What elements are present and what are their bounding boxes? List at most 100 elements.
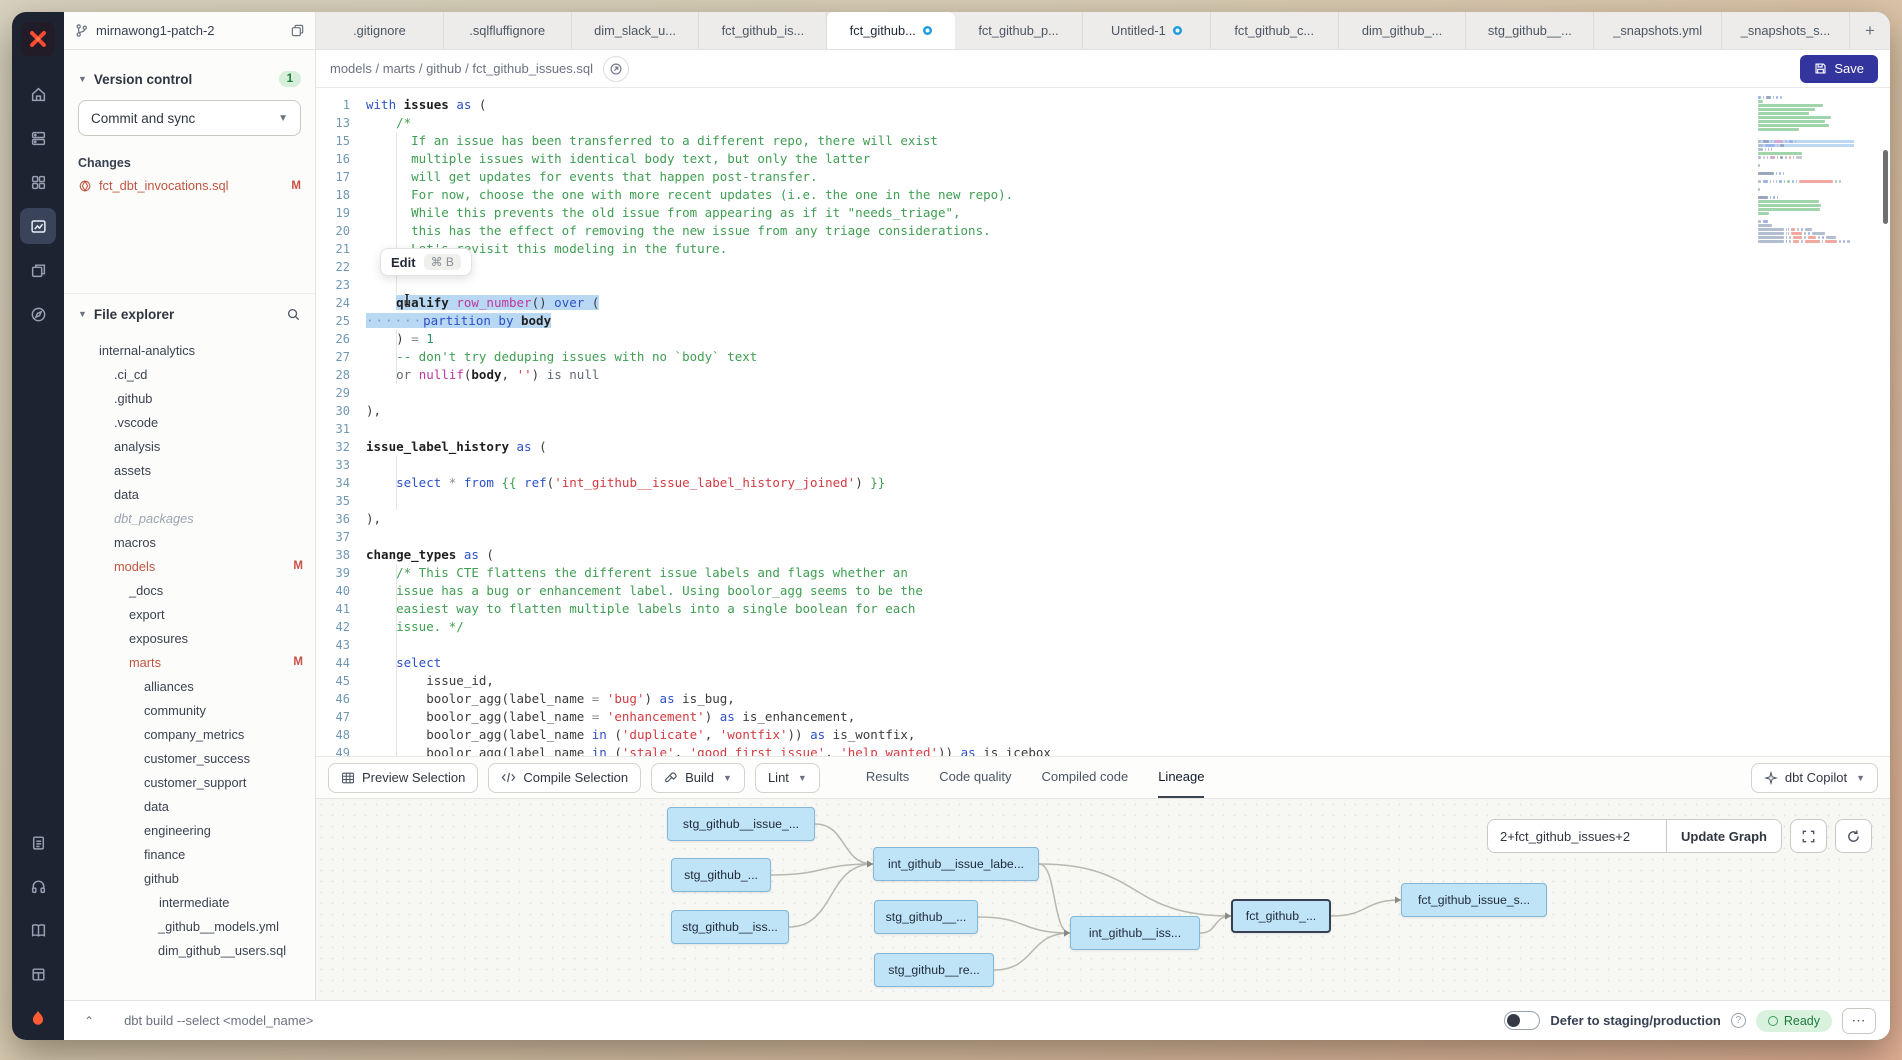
lineage-node-stg_github__re[interactable]: stg_github__re... [874, 953, 994, 987]
clipboard-icon[interactable] [20, 824, 56, 860]
tab-dim_slack_u[interactable]: dim_slack_u... [572, 12, 700, 49]
folder-item-alliances[interactable]: alliances [64, 674, 315, 698]
preview-selection-button[interactable]: Preview Selection [328, 763, 478, 793]
search-icon[interactable] [286, 307, 301, 322]
open-reference-icon[interactable] [603, 56, 629, 82]
editor-scrollbar[interactable] [1883, 150, 1888, 224]
edit-tooltip[interactable]: Edit ⌘ B [380, 248, 472, 276]
dbt-logo[interactable] [21, 22, 55, 56]
folder-item-macros[interactable]: macros [64, 530, 315, 554]
develop-ide-icon[interactable] [20, 208, 56, 244]
dbt-copilot-button[interactable]: dbt Copilot ▼ [1751, 763, 1878, 793]
dbt-flame-icon[interactable] [20, 1000, 56, 1036]
lineage-node-stg_github__issue_[interactable]: stg_github__issue_... [667, 807, 815, 841]
line-content: boolor_agg(label_name = 'enhancement') a… [366, 708, 855, 726]
folder-item-_docs[interactable]: _docs [64, 578, 315, 602]
tab-label: stg_github__... [1488, 23, 1572, 38]
changed-file-item[interactable]: fct_dbt_invocations.sql M [64, 174, 315, 197]
tab-_snapshots_s[interactable]: _snapshots_s... [1722, 12, 1850, 49]
tab-lineage[interactable]: Lineage [1158, 757, 1204, 798]
code-line-45: 45 issue_id, [316, 672, 1890, 690]
compass-icon[interactable] [20, 296, 56, 332]
folder-item-dbt_packages[interactable]: dbt_packages [64, 506, 315, 530]
tab-sqlfluffignore[interactable]: .sqlfluffignore [444, 12, 572, 49]
folder-item-.github[interactable]: .github [64, 386, 315, 410]
folder-item-customer_success[interactable]: customer_success [64, 746, 315, 770]
warehouse-icon[interactable] [20, 120, 56, 156]
lineage-node-stg_github__[interactable]: stg_github__... [874, 900, 978, 934]
lint-button[interactable]: Lint▼ [755, 763, 820, 793]
item-name: intermediate [159, 895, 229, 910]
package-icon[interactable] [20, 956, 56, 992]
folder-item-github[interactable]: github [64, 866, 315, 890]
collapse-panel-icon[interactable]: ⌃ [78, 1012, 100, 1030]
more-menu-button[interactable]: ⋯ [1842, 1008, 1876, 1034]
tab-fct_github[interactable]: fct_github... [827, 12, 955, 49]
tab-results[interactable]: Results [866, 757, 909, 798]
tab-_snapshotsyml[interactable]: _snapshots.yml [1594, 12, 1722, 49]
lineage-node-stg_github_[interactable]: stg_github_... [671, 858, 771, 892]
folder-item-.ci_cd[interactable]: .ci_cd [64, 362, 315, 386]
fullscreen-icon[interactable] [1790, 819, 1827, 853]
save-button[interactable]: Save [1800, 55, 1878, 83]
lineage-node-fct_github_issue_s[interactable]: fct_github_issue_s... [1401, 883, 1547, 917]
token-t: ( [584, 295, 599, 310]
tab-compiled-code[interactable]: Compiled code [1041, 757, 1128, 798]
tab-fct_github_is[interactable]: fct_github_is... [699, 12, 827, 49]
defer-toggle[interactable] [1504, 1011, 1540, 1030]
folder-item-marts[interactable]: martsM [64, 650, 315, 674]
build-button[interactable]: Build▼ [651, 763, 745, 793]
file-item-_github__models.yml[interactable]: _github__models.yml [64, 914, 315, 938]
folder-item-data[interactable]: data [64, 794, 315, 818]
minimap-line [1758, 108, 1854, 111]
folder-item-.vscode[interactable]: .vscode [64, 410, 315, 434]
windows-icon[interactable] [20, 252, 56, 288]
commit-and-sync-select[interactable]: Commit and sync ▼ [78, 100, 301, 136]
branch-selector[interactable]: mirnawong1-patch-2 [64, 12, 316, 49]
home-icon[interactable] [20, 76, 56, 112]
folder-item-assets[interactable]: assets [64, 458, 315, 482]
refresh-icon[interactable] [1835, 819, 1872, 853]
code-line-38: 38change_types as ( [316, 546, 1890, 564]
folder-item-company_metrics[interactable]: company_metrics [64, 722, 315, 746]
code-editor[interactable]: 1with issues as (13 /*15 If an issue has… [316, 88, 1890, 756]
version-control-header[interactable]: ▼ Version control 1 [64, 62, 315, 96]
folder-item-internal-analytics[interactable]: internal-analytics [64, 338, 315, 362]
tab-Untitled-1[interactable]: Untitled-1 [1083, 12, 1211, 49]
folder-item-data[interactable]: data [64, 482, 315, 506]
lineage-node-int_github__iss[interactable]: int_github__iss... [1070, 916, 1200, 950]
minimap[interactable] [1758, 96, 1854, 244]
tab-gitignore[interactable]: .gitignore [316, 12, 444, 49]
copy-branch-icon[interactable] [290, 23, 305, 38]
folder-item-export[interactable]: export [64, 602, 315, 626]
new-tab-button[interactable]: + [1850, 12, 1890, 49]
file-item-dim_github__users.sql[interactable]: dim_github__users.sql [64, 938, 315, 962]
folder-item-customer_support[interactable]: customer_support [64, 770, 315, 794]
book-icon[interactable] [20, 912, 56, 948]
folder-item-exposures[interactable]: exposures [64, 626, 315, 650]
tab-stg_github__[interactable]: stg_github__... [1466, 12, 1594, 49]
item-name: github [144, 871, 179, 886]
graph-selector-input[interactable] [1488, 820, 1666, 852]
folder-item-finance[interactable]: finance [64, 842, 315, 866]
lineage-node-int_github__issue_labe[interactable]: int_github__issue_labe... [873, 847, 1039, 881]
folder-item-intermediate[interactable]: intermediate [64, 890, 315, 914]
tab-code-quality[interactable]: Code quality [939, 757, 1011, 798]
help-icon[interactable]: ? [1731, 1013, 1746, 1028]
folder-item-analysis[interactable]: analysis [64, 434, 315, 458]
tab-dim_github_[interactable]: dim_github_... [1339, 12, 1467, 49]
update-graph-button[interactable]: Update Graph [1666, 820, 1781, 852]
folder-item-engineering[interactable]: engineering [64, 818, 315, 842]
headset-icon[interactable] [20, 868, 56, 904]
button-label: Build [685, 770, 714, 785]
lineage-node-stg_github__iss[interactable]: stg_github__iss... [671, 910, 789, 944]
tab-fct_github_p[interactable]: fct_github_p... [955, 12, 1083, 49]
tab-fct_github_c[interactable]: fct_github_c... [1211, 12, 1339, 49]
folder-item-community[interactable]: community [64, 698, 315, 722]
compile-selection-button[interactable]: Compile Selection [488, 763, 641, 793]
folder-item-models[interactable]: modelsM [64, 554, 315, 578]
lineage-node-fct_github_[interactable]: fct_github_... [1231, 899, 1331, 933]
lineage-panel: stg_github__issue_... stg_github_... stg_g… [316, 798, 1890, 1000]
apps-grid-icon[interactable] [20, 164, 56, 200]
file-explorer-header[interactable]: ▼ File explorer [64, 294, 315, 334]
